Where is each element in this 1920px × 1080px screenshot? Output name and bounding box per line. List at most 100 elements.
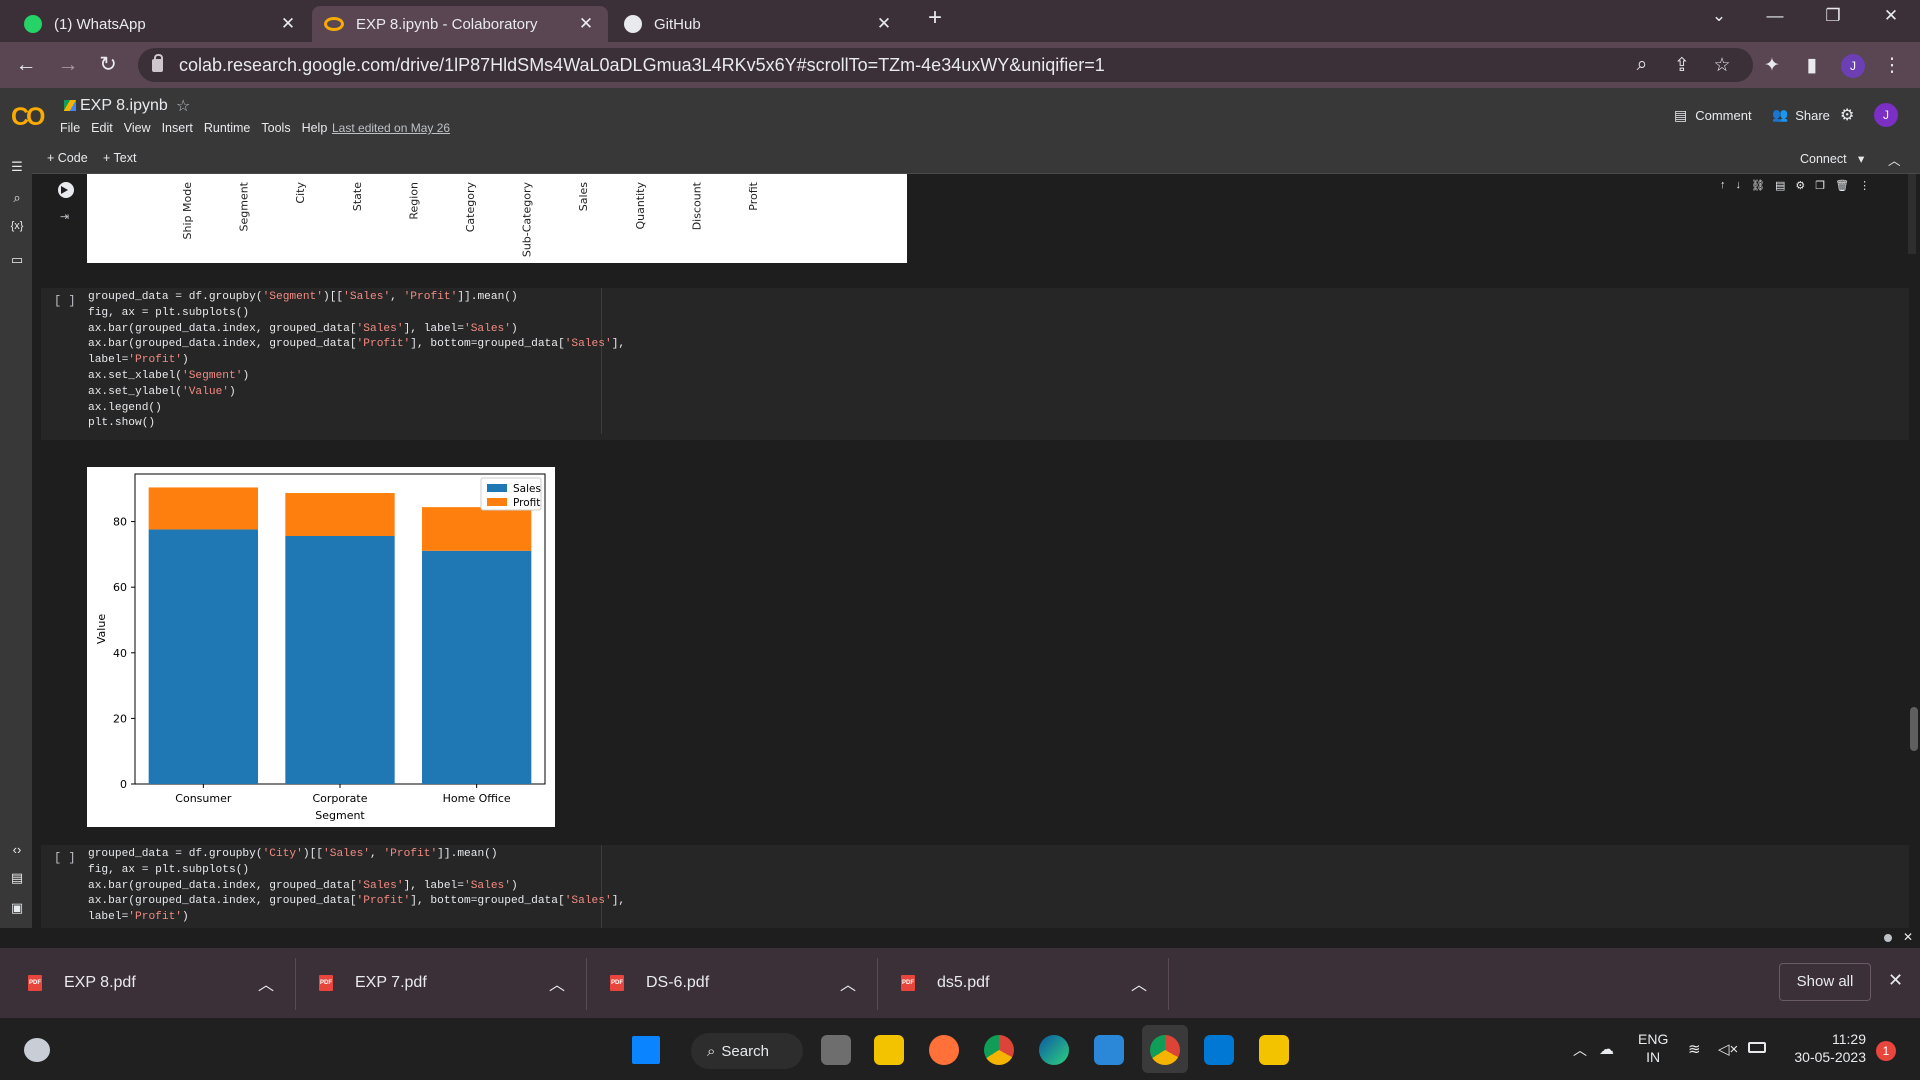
tray-chevron-up-icon[interactable]: ︿ [1573, 1040, 1587, 1060]
chevron-up-icon[interactable]: ︿ [1131, 971, 1147, 995]
show-all-button[interactable]: Show all [1779, 963, 1871, 1001]
more-vert-icon[interactable]: ⋮ [1859, 179, 1870, 192]
collapse-header-icon[interactable]: ︿ [1888, 150, 1901, 169]
tab-colab[interactable]: EXP 8.ipynb - Colaboratory ✕ [312, 6, 608, 42]
reload-icon[interactable]: ↻ [94, 51, 122, 79]
code-editor[interactable]: grouped_data = df.groupby('City')[['Sale… [88, 847, 625, 926]
menu-help[interactable]: Help [302, 121, 328, 135]
comment-button[interactable]: ▤ Comment [1674, 107, 1752, 124]
firefox-icon[interactable] [929, 1035, 959, 1065]
close-status-icon[interactable]: ✕ [1903, 930, 1913, 944]
restore-icon[interactable]: ❐ [1818, 6, 1848, 26]
url-text: colab.research.google.com/drive/1lP87Hld… [179, 54, 1105, 75]
task-view-icon[interactable] [821, 1035, 851, 1065]
chevron-up-icon[interactable]: ︿ [840, 971, 856, 995]
menu-file[interactable]: File [60, 121, 80, 135]
new-tab-icon[interactable]: + [920, 4, 950, 32]
forward-icon[interactable]: → [54, 51, 82, 79]
battery-icon[interactable] [1748, 1042, 1766, 1053]
add-code-button[interactable]: + Code [47, 151, 88, 165]
command-palette-icon[interactable]: ▤ [8, 870, 26, 886]
legend-swatch [487, 498, 507, 506]
star-icon[interactable]: ☆ [176, 96, 190, 116]
weather-icon[interactable] [24, 1038, 50, 1062]
chrome-active-icon[interactable] [1150, 1035, 1180, 1065]
delete-icon[interactable]: 🗑 [1835, 179, 1849, 192]
terminal-icon[interactable]: ▣ [8, 900, 26, 916]
connect-button[interactable]: Connect ▾ [1800, 151, 1864, 166]
windows-start-icon[interactable] [632, 1036, 660, 1064]
settings-gear-icon[interactable]: ⚙ [1840, 105, 1854, 125]
menu-edit[interactable]: Edit [91, 121, 113, 135]
edge-icon[interactable] [1039, 1035, 1069, 1065]
variables-icon[interactable]: {x} [8, 220, 26, 232]
cell-settings-icon[interactable]: ⚙ [1795, 179, 1805, 192]
download-item[interactable]: PDF EXP 8.pdf ︿ [28, 948, 274, 1018]
clock[interactable]: 11:29 30-05-2023 [1786, 1030, 1866, 1066]
close-window-icon[interactable]: ✕ [1876, 6, 1906, 26]
notebook-scrollbar-thumb[interactable] [1910, 707, 1918, 751]
cell-run-bracket[interactable]: [ ] [54, 851, 76, 865]
notebook-title[interactable]: EXP 8.ipynb [80, 97, 168, 115]
search-icon[interactable]: ⌕ [8, 190, 26, 206]
cell-scrollbar[interactable] [1908, 174, 1916, 254]
files-folder-icon[interactable]: ▭ [8, 252, 26, 268]
download-item[interactable]: PDF DS-6.pdf ︿ [610, 948, 856, 1018]
mirror-cell-icon[interactable]: ❐ [1815, 179, 1825, 192]
close-icon[interactable]: ✕ [576, 14, 596, 34]
share-button[interactable]: 👥 Share [1772, 107, 1830, 123]
table-of-contents-icon[interactable]: ☰ [8, 159, 26, 175]
menu-runtime[interactable]: Runtime [204, 121, 251, 135]
share-page-icon[interactable]: ⇪ [1670, 54, 1694, 77]
tab-search-icon[interactable]: ⌄ [1704, 6, 1734, 26]
taskbar-search[interactable]: ⌕ Search [691, 1033, 803, 1069]
output-toggle-icon[interactable]: ⇥ [60, 210, 69, 223]
divider [586, 958, 587, 1010]
browser-menu-icon[interactable]: ⋮ [1880, 54, 1904, 77]
browser-profile-avatar[interactable]: J [1841, 54, 1865, 78]
extensions-icon[interactable]: ✦ [1760, 54, 1784, 77]
add-text-button[interactable]: + Text [103, 151, 136, 165]
status-dot-icon [1884, 934, 1892, 942]
download-item[interactable]: PDF EXP 7.pdf ︿ [319, 948, 565, 1018]
address-bar[interactable]: colab.research.google.com/drive/1lP87Hld… [138, 48, 1753, 82]
file-explorer-icon[interactable] [874, 1035, 904, 1065]
bookmark-star-icon[interactable]: ☆ [1710, 54, 1734, 77]
move-up-icon[interactable]: ↑ [1720, 179, 1726, 192]
minimize-icon[interactable]: — [1760, 6, 1790, 26]
download-item[interactable]: PDF ds5.pdf ︿ [901, 948, 1147, 1018]
onedrive-cloud-icon[interactable]: ☁ [1599, 1040, 1614, 1058]
chevron-up-icon[interactable]: ︿ [549, 971, 565, 995]
comment-cell-icon[interactable]: ▤ [1775, 179, 1785, 192]
store-icon[interactable] [1094, 1035, 1124, 1065]
colab-logo[interactable]: CO [11, 103, 45, 132]
menu-insert[interactable]: Insert [162, 121, 193, 135]
link-icon[interactable]: ⛓ [1751, 179, 1765, 192]
wifi-icon[interactable]: ≋ [1688, 1040, 1701, 1058]
notification-badge[interactable]: 1 [1876, 1041, 1896, 1061]
move-down-icon[interactable]: ↓ [1736, 179, 1742, 192]
menu-view[interactable]: View [124, 121, 151, 135]
language-indicator[interactable]: ENG IN [1638, 1030, 1668, 1066]
code-editor[interactable]: grouped_data = df.groupby('Segment')[['S… [88, 290, 625, 432]
side-panel-icon[interactable]: ▮ [1800, 54, 1824, 77]
menu-tools[interactable]: Tools [261, 121, 290, 135]
close-icon[interactable]: ✕ [278, 14, 298, 34]
tab-whatsapp[interactable]: (1) WhatsApp ✕ [12, 6, 310, 42]
close-downloads-icon[interactable]: ✕ [1888, 970, 1903, 991]
back-icon[interactable]: ← [12, 51, 40, 79]
file-manager-icon[interactable] [1259, 1035, 1289, 1065]
last-edited-link[interactable]: Last edited on May 26 [332, 121, 450, 135]
tab-github[interactable]: GitHub ✕ [612, 6, 906, 42]
chevron-up-icon[interactable]: ︿ [258, 971, 274, 995]
cell-run-bracket[interactable]: [ ] [54, 294, 76, 308]
volume-muted-icon[interactable]: ◁× [1718, 1040, 1738, 1058]
vscode-icon[interactable] [1204, 1035, 1234, 1065]
zoom-icon[interactable]: ⌕ [1630, 54, 1654, 76]
code-snippets-icon[interactable]: ‹› [8, 842, 26, 857]
chrome-icon[interactable] [984, 1035, 1014, 1065]
notebook-content[interactable]: ⇥ Ship Mode Segment City State Region Categor… [32, 174, 1920, 928]
user-avatar[interactable]: J [1874, 103, 1898, 127]
close-icon[interactable]: ✕ [874, 14, 894, 34]
divider [1168, 958, 1169, 1010]
